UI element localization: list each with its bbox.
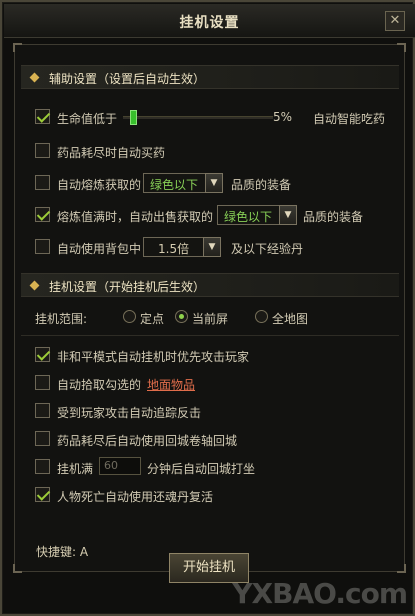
exp-multiplier-value: 1.5倍 xyxy=(158,242,190,256)
watermark: YXBAO.com xyxy=(232,577,408,610)
drug-buy-label: 药品耗尽时自动买药 xyxy=(57,146,166,160)
corner-ornament xyxy=(397,564,406,573)
divider xyxy=(21,335,399,336)
chevron-down-icon[interactable]: ▼ xyxy=(203,237,221,257)
window-title: 挂机设置 xyxy=(179,15,240,31)
corner-ornament xyxy=(13,43,22,52)
time-return-suffix: 分钟后自动回城打坐 xyxy=(147,462,256,476)
hp-label: 生命值低于 xyxy=(57,112,118,126)
exp-pill-checkbox[interactable] xyxy=(35,239,50,254)
corner-ornament xyxy=(13,564,22,573)
close-icon[interactable]: ✕ xyxy=(385,11,405,31)
settings-window: 挂机设置 ✕ 辅助设置（设置后自动生效） 生命值低于 5% 自动智能吃药 药品耗… xyxy=(0,0,415,616)
pvp-row: 非和平模式自动挂机时优先攻击玩家 xyxy=(35,345,395,367)
chevron-down-icon[interactable]: ▼ xyxy=(279,205,297,225)
pvp-label: 非和平模式自动挂机时优先攻击玩家 xyxy=(57,350,250,364)
smelt-suffix: 品质的装备 xyxy=(231,178,292,192)
shortcut-hint: 快捷键: A xyxy=(36,545,89,559)
afk-minutes-input[interactable]: 60 xyxy=(99,457,141,475)
return-scroll-row: 药品耗尽后自动使用回城卷轴回城 xyxy=(35,429,395,451)
exp-pill-prefix: 自动使用背包中 xyxy=(57,242,142,256)
revive-label: 人物死亡自动使用还魂丹复活 xyxy=(57,490,214,504)
sell-quality-value: 绿色以下 xyxy=(224,210,273,224)
sell-suffix: 品质的装备 xyxy=(303,210,364,224)
retaliate-checkbox[interactable] xyxy=(35,403,50,418)
exp-pill-row: 自动使用背包中 1.5倍 ▼ 及以下经验丹 xyxy=(35,237,395,259)
retaliate-row: 受到玩家攻击自动追踪反击 xyxy=(35,401,395,423)
range-label: 挂机范围: xyxy=(35,312,88,326)
exp-multiplier-select[interactable]: 1.5倍 ▼ xyxy=(143,237,221,257)
diamond-icon xyxy=(29,72,40,83)
ground-items-link[interactable]: 地面物品 xyxy=(147,376,195,393)
hp-slider[interactable] xyxy=(123,110,273,125)
smelt-checkbox[interactable] xyxy=(35,175,50,190)
pickup-prefix: 自动拾取勾选的 xyxy=(57,378,142,392)
sell-prefix: 熔炼值满时，自动出售获取的 xyxy=(57,210,214,224)
revive-row: 人物死亡自动使用还魂丹复活 xyxy=(35,485,395,507)
aux-section-header: 辅助设置（设置后自动生效） xyxy=(21,65,399,89)
range-option-label: 定点 xyxy=(140,312,165,326)
range-radio-screen[interactable] xyxy=(175,310,188,323)
corner-ornament xyxy=(397,43,406,52)
drug-buy-checkbox[interactable] xyxy=(35,143,50,158)
title-bar[interactable]: 挂机设置 ✕ xyxy=(4,4,415,38)
pvp-checkbox[interactable] xyxy=(35,347,50,362)
exp-pill-suffix: 及以下经验丹 xyxy=(231,242,304,256)
hp-percent: 5% xyxy=(273,110,293,124)
retaliate-label: 受到玩家攻击自动追踪反击 xyxy=(57,406,202,420)
range-option-label: 当前屏 xyxy=(192,312,229,326)
pickup-checkbox[interactable] xyxy=(35,375,50,390)
sell-quality-select[interactable]: 绿色以下 ▼ xyxy=(217,205,297,225)
settings-panel: 辅助设置（设置后自动生效） 生命值低于 5% 自动智能吃药 药品耗尽时自动买药 … xyxy=(13,43,406,573)
hp-checkbox[interactable] xyxy=(35,109,50,124)
sell-checkbox[interactable] xyxy=(35,207,50,222)
chevron-down-icon[interactable]: ▼ xyxy=(205,173,223,193)
time-return-prefix: 挂机满 xyxy=(57,462,94,476)
smelt-quality-value: 绿色以下 xyxy=(150,178,199,192)
revive-checkbox[interactable] xyxy=(35,487,50,502)
range-row: 挂机范围: 定点 当前屏 全地图 xyxy=(35,307,395,329)
return-scroll-checkbox[interactable] xyxy=(35,431,50,446)
time-return-checkbox[interactable] xyxy=(35,459,50,474)
diamond-icon xyxy=(29,280,40,291)
afk-section-header: 挂机设置（开始挂机后生效） xyxy=(21,273,399,297)
range-radio-map[interactable] xyxy=(255,310,268,323)
pickup-row: 自动拾取勾选的 地面物品 xyxy=(35,373,395,395)
smelt-quality-select[interactable]: 绿色以下 ▼ xyxy=(143,173,223,193)
drug-buy-row: 药品耗尽时自动买药 xyxy=(35,141,395,163)
hp-slider-thumb[interactable] xyxy=(130,110,137,125)
afk-section-title: 挂机设置（开始挂机后生效） xyxy=(49,280,206,294)
smelt-prefix: 自动熔炼获取的 xyxy=(57,178,142,192)
aux-section-title: 辅助设置（设置后自动生效） xyxy=(49,72,206,86)
time-return-row: 挂机满 60 分钟后自动回城打坐 xyxy=(35,457,395,479)
sell-row: 熔炼值满时，自动出售获取的 绿色以下 ▼ 品质的装备 xyxy=(35,205,395,227)
range-radio-fixed[interactable] xyxy=(123,310,136,323)
hp-row: 生命值低于 5% 自动智能吃药 xyxy=(35,107,395,129)
range-option-label: 全地图 xyxy=(272,312,309,326)
return-scroll-label: 药品耗尽后自动使用回城卷轴回城 xyxy=(57,434,238,448)
smelt-row: 自动熔炼获取的 绿色以下 ▼ 品质的装备 xyxy=(35,173,395,195)
hp-suffix: 自动智能吃药 xyxy=(313,112,386,126)
